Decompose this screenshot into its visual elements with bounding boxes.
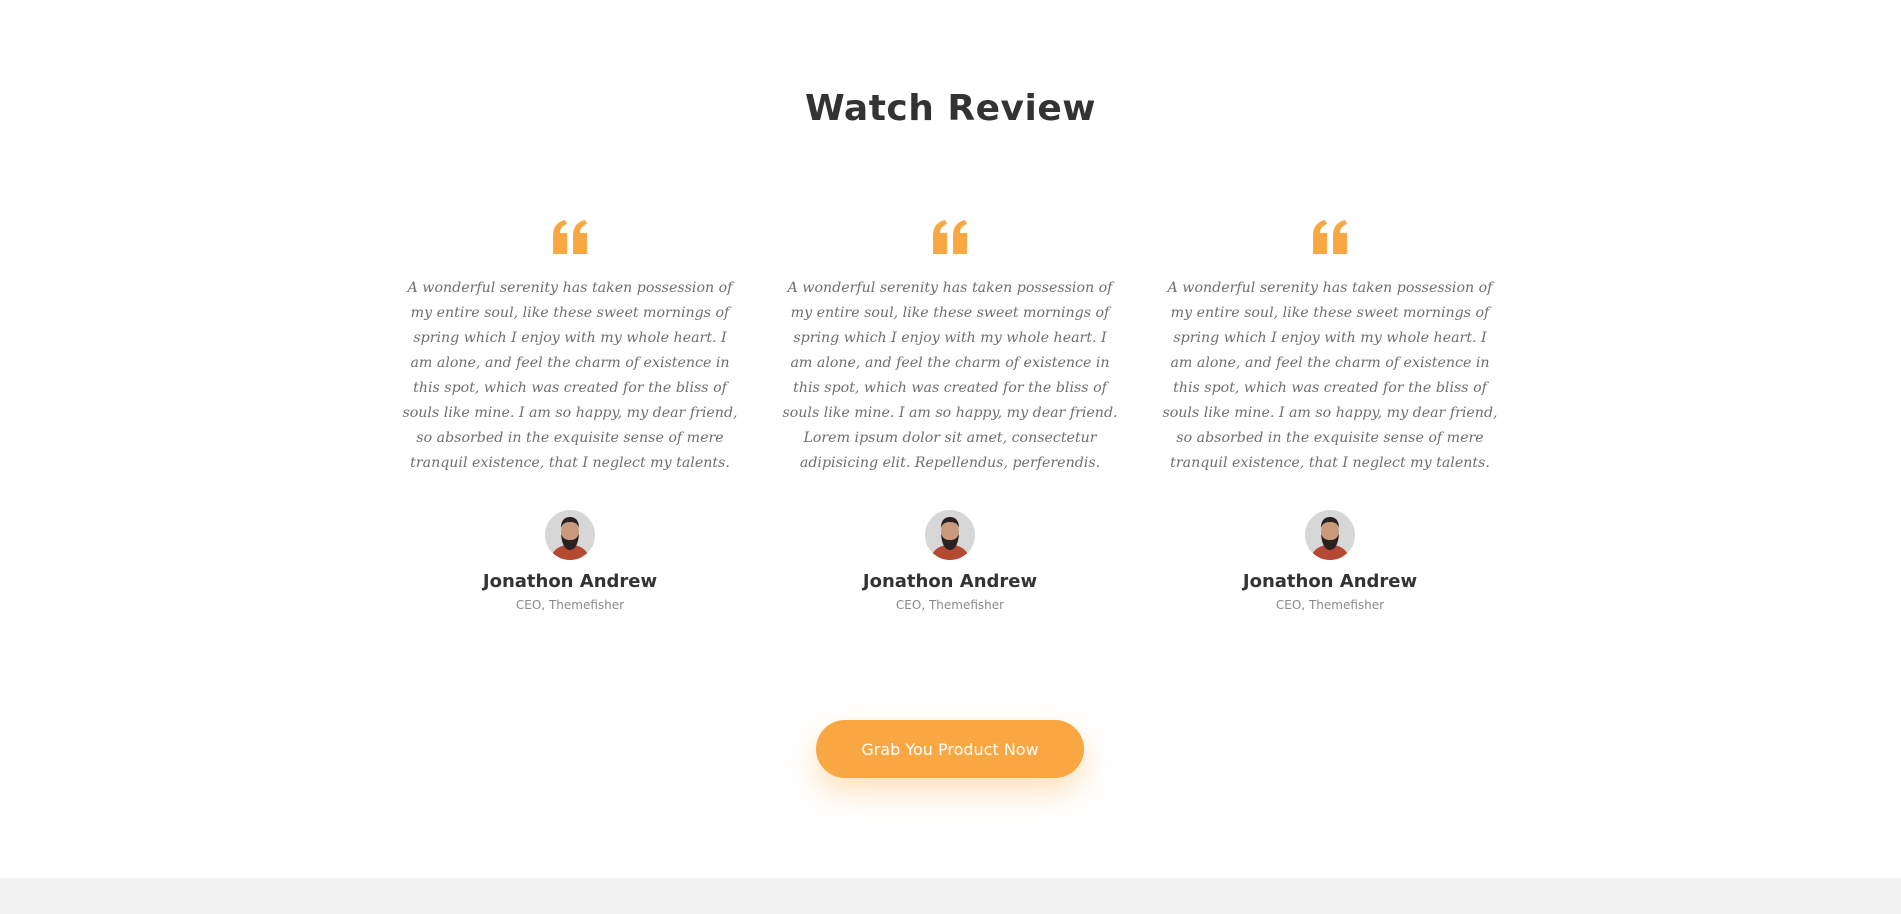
review-author: Jonathon Andrew CEO, Themefisher (1160, 510, 1500, 612)
review-author: Jonathon Andrew CEO, Themefisher (780, 510, 1120, 612)
review-card: A wonderful serenity has taken possessio… (780, 220, 1120, 612)
review-text: A wonderful serenity has taken possessio… (782, 280, 1118, 471)
watch-review-section: Watch Review A wonderful serenity has ta… (0, 0, 1901, 878)
quote-left-icon (553, 220, 587, 254)
review-author: Jonathon Andrew CEO, Themefisher (400, 510, 740, 612)
quote-left-icon (933, 220, 967, 254)
grab-product-button[interactable]: Grab You Product Now (816, 720, 1084, 778)
author-role: CEO, Themefisher (515, 598, 625, 612)
section-title: Watch Review (804, 88, 1097, 129)
avatar (925, 510, 975, 560)
review-text: A wonderful serenity has taken possessio… (1162, 280, 1498, 471)
avatar (1305, 510, 1355, 560)
author-role: CEO, Themefisher (895, 598, 1005, 612)
author-name: Jonathon Andrew (1242, 571, 1418, 592)
review-text: A wonderful serenity has taken possessio… (402, 280, 738, 471)
quote-left-icon (1313, 220, 1347, 254)
review-card: A wonderful serenity has taken possessio… (1160, 220, 1500, 612)
author-role: CEO, Themefisher (1275, 598, 1385, 612)
review-card: A wonderful serenity has taken possessio… (400, 220, 740, 612)
avatar (545, 510, 595, 560)
footer-band (0, 878, 1901, 914)
author-name: Jonathon Andrew (482, 571, 658, 592)
author-name: Jonathon Andrew (862, 571, 1038, 592)
